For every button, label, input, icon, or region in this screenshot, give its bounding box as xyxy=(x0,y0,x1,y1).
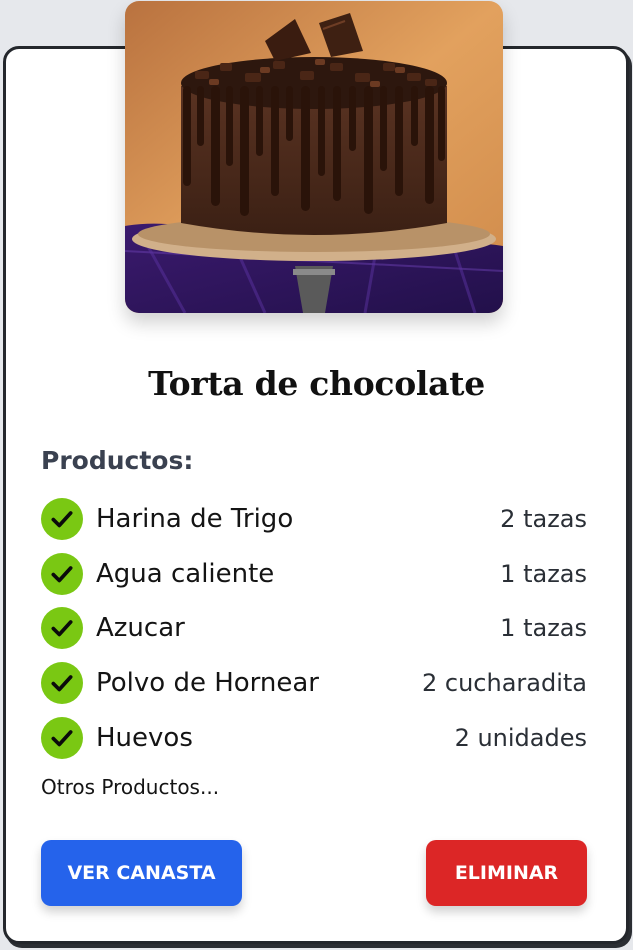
check-icon xyxy=(41,662,83,705)
product-quantity: 2 tazas xyxy=(500,505,587,534)
check-icon xyxy=(41,498,83,541)
product-quantity: 1 tazas xyxy=(500,614,587,643)
products-list: Harina de Trigo 2 tazas Agua caliente 1 … xyxy=(41,492,587,765)
product-name: Polvo de Hornear xyxy=(96,668,319,699)
product-name: Agua caliente xyxy=(96,558,275,589)
check-icon xyxy=(41,552,83,595)
other-products-link[interactable]: Otros Productos... xyxy=(41,775,219,799)
product-quantity: 2 unidades xyxy=(454,723,587,752)
list-item: Agua caliente 1 tazas xyxy=(41,547,587,602)
list-item: Azucar 1 tazas xyxy=(41,601,587,656)
products-heading: Productos: xyxy=(41,446,194,475)
view-basket-button[interactable]: VER CANASTA xyxy=(41,840,242,906)
product-name: Azucar xyxy=(96,613,185,644)
cake-photo xyxy=(125,1,503,313)
recipe-title: Torta de chocolate xyxy=(148,364,485,403)
product-name: Harina de Trigo xyxy=(96,504,294,535)
product-name: Huevos xyxy=(96,722,193,753)
product-quantity: 2 cucharadita xyxy=(421,669,587,698)
list-item: Polvo de Hornear 2 cucharadita xyxy=(41,656,587,711)
list-item: Huevos 2 unidades xyxy=(41,710,587,765)
delete-button[interactable]: ELIMINAR xyxy=(426,840,587,906)
product-quantity: 1 tazas xyxy=(500,559,587,588)
list-item: Harina de Trigo 2 tazas xyxy=(41,492,587,547)
check-icon xyxy=(41,607,83,650)
check-icon xyxy=(41,716,83,759)
